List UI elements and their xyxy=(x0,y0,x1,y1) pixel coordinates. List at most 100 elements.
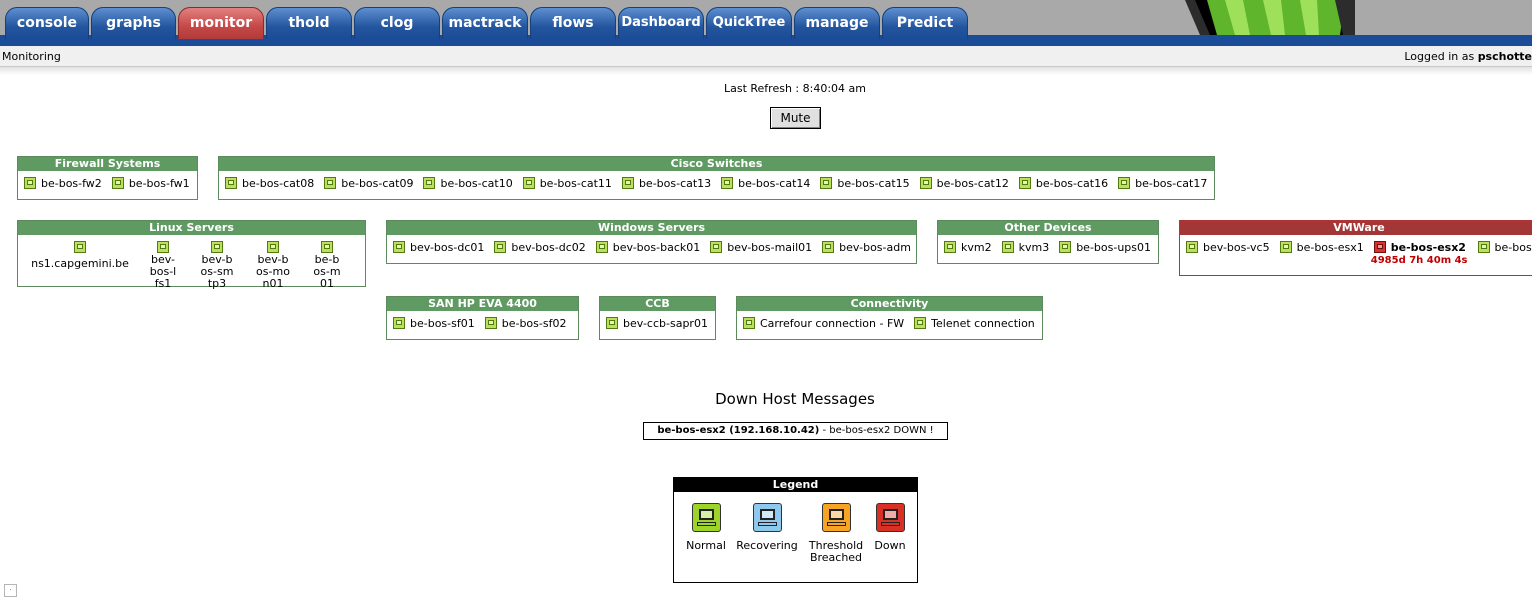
group-title: Firewall Systems xyxy=(18,157,197,171)
host-up-icon xyxy=(1118,177,1131,189)
host-name: be-bos-cat12 xyxy=(936,177,1009,190)
host-item[interactable]: be-bos-cat13 xyxy=(621,177,711,190)
tab-quicktree[interactable]: QuickTree xyxy=(706,7,792,39)
host-item[interactable]: be-bos-sf01 xyxy=(393,317,475,330)
host-item[interactable]: be-bos-cat17 xyxy=(1118,177,1207,190)
host-name: be-bos-cat11 xyxy=(539,177,612,190)
monitor-normal-icon xyxy=(691,503,721,532)
host-name: be-bos-fw1 xyxy=(128,177,190,190)
nav-bar: Monitoring Logged in as pschotte xyxy=(0,46,1532,67)
host-name: bev-bos-vc5 xyxy=(1203,241,1270,254)
monitor-threshold-icon xyxy=(821,503,851,532)
host-item[interactable]: bev-bos-dc02 xyxy=(494,241,586,254)
host-item[interactable]: be-bos-m01 xyxy=(312,241,342,290)
host-item[interactable]: be-bos-fw2 xyxy=(24,177,102,190)
tab-manage[interactable]: manage xyxy=(794,7,880,39)
host-item[interactable]: bev-ccb-sapr01 xyxy=(606,317,708,330)
host-up-icon xyxy=(321,241,333,253)
tab-mactrack[interactable]: mactrack xyxy=(442,7,528,39)
host-up-icon xyxy=(324,177,337,189)
legend-item-threshold-breached: Threshold Breached xyxy=(806,503,866,564)
host-up-icon xyxy=(1186,241,1198,253)
group-title: VMWare xyxy=(1180,221,1532,235)
down-host-address[interactable]: be-bos-esx2 (192.168.10.42) xyxy=(657,425,819,436)
tab-dashboard[interactable]: Dashboard xyxy=(618,7,704,39)
group-title: SAN HP EVA 4400 xyxy=(387,297,578,311)
host-up-icon xyxy=(1018,177,1031,189)
host-up-icon xyxy=(494,241,507,253)
host-name: be-bos-cat16 xyxy=(1035,177,1109,190)
monitor-down-icon xyxy=(875,503,905,532)
host-name: Telenet connection xyxy=(931,317,1035,330)
host-item[interactable]: Carrefour connection - FW xyxy=(743,317,904,330)
breadcrumb[interactable]: Monitoring xyxy=(2,50,61,63)
host-name: be-bos-m01 xyxy=(313,253,341,290)
host-name: bev-bos-adm xyxy=(839,241,911,254)
host-item[interactable]: bev-bos-lfs1 xyxy=(148,241,178,290)
legend-item-down: Down xyxy=(870,503,910,552)
host-item[interactable]: ns1.capgemini.be xyxy=(30,241,130,290)
host-item[interactable]: bev-bos-mon01 xyxy=(256,241,290,290)
host-item[interactable]: be-bos-cat09 xyxy=(324,177,413,190)
last-refresh: Last Refresh : 8:40:04 am xyxy=(723,82,866,95)
host-item[interactable]: be-bos-cat10 xyxy=(423,177,513,190)
host-item[interactable]: bev-bos-mail01 xyxy=(710,241,812,254)
login-user[interactable]: pschotte xyxy=(1478,50,1532,63)
host-up-icon xyxy=(423,177,436,189)
group-connectivity: Connectivity Carrefour connection - FW T… xyxy=(736,296,1043,340)
tab-predict[interactable]: Predict xyxy=(882,7,968,39)
host-item[interactable]: bev-bos-back01 xyxy=(595,241,700,254)
host-up-icon xyxy=(710,241,723,253)
down-host-messages-title: Down Host Messages xyxy=(715,390,875,408)
legend: Legend Normal Recovering Threshold Breac… xyxy=(673,477,918,583)
host-name: bev-ccb-sapr01 xyxy=(623,317,708,330)
login-status: Logged in as pschotte xyxy=(1404,50,1532,63)
group-san-hp-eva: SAN HP EVA 4400 be-bos-sf01 be-bos-sf02 xyxy=(386,296,579,340)
host-up-icon xyxy=(111,177,124,189)
host-name: bev-bos-dc01 xyxy=(410,241,485,254)
group-ccb: CCB bev-ccb-sapr01 xyxy=(599,296,716,340)
tab-monitor[interactable]: monitor xyxy=(178,7,264,39)
host-item[interactable]: kvm3 xyxy=(1001,241,1049,254)
host-item[interactable]: be-bos-cat11 xyxy=(522,177,612,190)
host-item[interactable]: bev-bos-dc01 xyxy=(393,241,484,254)
host-item[interactable]: be-bos-cat15 xyxy=(820,177,910,190)
host-up-icon xyxy=(919,177,932,189)
host-item[interactable]: be-bos-cat08 xyxy=(225,177,314,190)
host-item-down[interactable]: be-bos-esx2 4985d 7h 40m 4s xyxy=(1370,241,1468,266)
host-item[interactable]: be-bos-sf02 xyxy=(484,317,566,330)
tab-clog[interactable]: clog xyxy=(354,7,440,39)
group-title: Connectivity xyxy=(737,297,1042,311)
host-item[interactable]: bev-bos-vc5 xyxy=(1186,241,1270,266)
host-item[interactable]: be-bos-fw1 xyxy=(111,177,190,190)
host-item[interactable]: kvm2 xyxy=(944,241,992,254)
mute-button[interactable]: Mute xyxy=(770,107,821,129)
host-item[interactable]: be-bos-esx1 xyxy=(1279,241,1364,266)
host-item[interactable]: be-bos xyxy=(1477,241,1532,266)
host-name: be-bos-esx1 xyxy=(1296,241,1364,254)
host-up-icon xyxy=(721,177,734,189)
group-cisco-switches: Cisco Switches be-bos-cat08 be-bos-cat09… xyxy=(218,156,1215,200)
host-item[interactable]: be-bos-cat14 xyxy=(721,177,810,190)
host-up-icon xyxy=(820,177,833,189)
tab-graphs[interactable]: graphs xyxy=(91,7,176,39)
host-up-icon xyxy=(606,317,618,329)
host-item[interactable]: bev-bos-smtp3 xyxy=(200,241,234,290)
down-host-text: - be-bos-esx2 DOWN ! xyxy=(822,425,934,436)
host-down-icon xyxy=(1373,241,1386,253)
tab-flows[interactable]: flows xyxy=(530,7,616,39)
host-up-icon xyxy=(914,317,927,329)
host-item[interactable]: Telenet connection xyxy=(914,317,1035,330)
legend-label: Threshold Breached xyxy=(808,539,864,564)
host-downtime: 4985d 7h 40m 4s xyxy=(1370,255,1468,266)
host-item[interactable]: be-bos-ups01 xyxy=(1059,241,1151,254)
host-up-icon xyxy=(1059,241,1072,253)
host-up-icon xyxy=(822,241,835,253)
host-item[interactable]: bev-bos-adm xyxy=(822,241,911,254)
host-item[interactable]: be-bos-cat16 xyxy=(1018,177,1109,190)
tab-thold[interactable]: thold xyxy=(266,7,352,39)
host-item[interactable]: be-bos-cat12 xyxy=(919,177,1009,190)
legend-label: Down xyxy=(874,539,906,552)
tab-console[interactable]: console xyxy=(5,7,89,39)
host-up-icon xyxy=(1279,241,1292,253)
